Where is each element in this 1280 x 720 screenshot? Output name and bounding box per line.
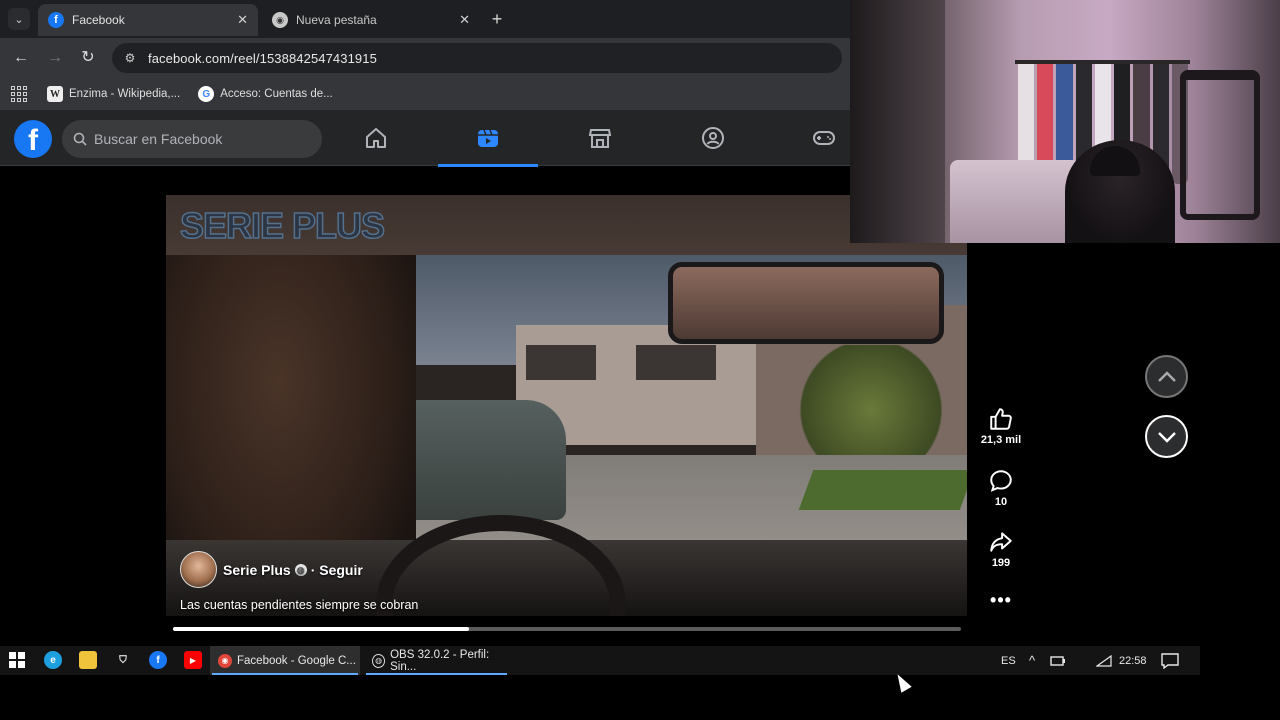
bookmarks-bar: W Enzima - Wikipedia,... G Acceso: Cuent…: [0, 78, 850, 110]
more-options-icon[interactable]: •••: [976, 590, 1026, 611]
back-button[interactable]: ←: [11, 48, 31, 68]
home-icon: [366, 128, 386, 148]
facebook-header: f: [0, 110, 850, 167]
nav-marketplace[interactable]: [550, 110, 650, 166]
wikipedia-icon: W: [47, 86, 63, 102]
apps-grid-icon[interactable]: [11, 86, 27, 102]
owner-name[interactable]: Serie Plus: [223, 562, 291, 578]
url-text: facebook.com/reel/1538842547431915: [148, 50, 377, 66]
tab-search-button[interactable]: ⌄: [8, 8, 30, 30]
chevron-up-icon[interactable]: ^: [1029, 646, 1035, 675]
comment-button[interactable]: 10: [976, 468, 1026, 508]
forward-button[interactable]: →: [45, 48, 65, 68]
address-bar[interactable]: ⚙ facebook.com/reel/1538842547431915: [112, 43, 842, 73]
taskbar-chrome[interactable]: ◉ Facebook - Google C...: [210, 646, 360, 675]
close-tab-icon[interactable]: ✕: [459, 12, 470, 28]
chrome-favicon-icon: ◉: [272, 12, 288, 28]
windows-start-icon[interactable]: [8, 651, 26, 669]
like-count: 21,3 mil: [980, 434, 1022, 446]
chevron-down-icon: [1157, 431, 1176, 443]
facebook-logo-icon[interactable]: f: [14, 120, 52, 158]
share-button[interactable]: 199: [976, 529, 1026, 569]
task-label: OBS 32.0.2 - Perfil: Sin...: [390, 648, 490, 673]
notifications-icon[interactable]: [1161, 646, 1179, 675]
clock[interactable]: 22:58: [1119, 646, 1147, 675]
file-explorer-icon[interactable]: [79, 651, 97, 669]
webcam-overlay: [850, 0, 1280, 243]
tab-title: Nueva pestaña: [296, 13, 377, 27]
obs-icon: ◍: [372, 653, 386, 668]
language-indicator[interactable]: ES: [1001, 646, 1016, 675]
reel-video[interactable]: SERIE PLUS Serie Plus ◍ · Seguir Las cue…: [166, 195, 967, 616]
reels-icon: [478, 129, 498, 147]
google-icon: G: [198, 86, 215, 102]
battery-icon[interactable]: [1050, 646, 1066, 675]
share-icon: [990, 532, 1012, 552]
taskbar-obs[interactable]: ◍ OBS 32.0.2 - Perfil: Sin...: [364, 646, 509, 675]
reload-button[interactable]: ↻: [78, 48, 98, 68]
bookmark-label: Enzima - Wikipedia,...: [69, 88, 181, 100]
thumbs-up-icon: [990, 408, 1012, 430]
globe-icon: ◍: [294, 563, 307, 576]
video-watermark: SERIE PLUS: [179, 204, 386, 247]
previous-reel-button[interactable]: [1145, 355, 1188, 398]
browser-toolbar: ← → ↻ ⚙ facebook.com/reel/15388425474319…: [0, 38, 850, 78]
close-tab-icon[interactable]: ✕: [237, 12, 248, 28]
bookmark-google[interactable]: G Acceso: Cuentas de...: [198, 86, 333, 102]
comment-icon: [990, 470, 1012, 492]
browser-tab-strip: ⌄ f Facebook ✕ ◉ Nueva pestaña ✕ +: [0, 0, 850, 38]
next-reel-button[interactable]: [1145, 415, 1188, 458]
bookmark-wikipedia[interactable]: W Enzima - Wikipedia,...: [47, 86, 180, 102]
facebook-search[interactable]: [62, 120, 322, 158]
store-icon[interactable]: ⛉: [114, 651, 132, 669]
nav-groups[interactable]: [663, 110, 763, 166]
groups-icon: [702, 127, 724, 149]
tab-title: Facebook: [72, 13, 125, 27]
reel-owner: Serie Plus ◍ · Seguir: [180, 551, 363, 588]
like-button[interactable]: 21,3 mil: [976, 406, 1026, 446]
edge-icon[interactable]: e: [44, 651, 62, 669]
nav-home[interactable]: [326, 110, 426, 166]
new-tab-button[interactable]: +: [487, 9, 507, 29]
share-count: 199: [991, 557, 1011, 569]
screen-bottom: [0, 675, 1280, 720]
bookmark-label: Acceso: Cuentas de...: [220, 88, 333, 100]
wifi-icon[interactable]: [1096, 646, 1112, 675]
search-input[interactable]: [94, 131, 304, 147]
nav-reels[interactable]: [438, 110, 538, 167]
marketplace-icon: [588, 129, 612, 148]
windows-taskbar: e ⛉ f ▶ ◉ Facebook - Google C... ◍ OBS 3…: [0, 646, 1200, 675]
video-progress-fill: [173, 627, 469, 631]
tab-facebook[interactable]: f Facebook ✕: [38, 4, 258, 36]
rearview-mirror: [668, 262, 944, 344]
youtube-icon[interactable]: ▶: [184, 651, 202, 669]
facebook-app-icon[interactable]: f: [149, 651, 167, 669]
site-info-icon[interactable]: ⚙: [122, 50, 138, 66]
owner-avatar[interactable]: [180, 551, 217, 588]
chevron-up-icon: [1157, 370, 1176, 382]
tab-new-tab[interactable]: ◉ Nueva pestaña ✕: [262, 4, 480, 36]
chrome-icon: ◉: [218, 653, 232, 668]
facebook-favicon-icon: f: [48, 12, 64, 28]
reel-caption: Las cuentas pendientes siempre se cobran: [180, 598, 419, 612]
video-progress-bar[interactable]: [173, 627, 961, 631]
task-label: Facebook - Google C...: [237, 654, 356, 667]
gaming-icon: [813, 131, 835, 145]
follow-link[interactable]: · Seguir: [311, 562, 363, 578]
search-icon: [72, 131, 88, 147]
comment-count: 10: [994, 496, 1008, 508]
